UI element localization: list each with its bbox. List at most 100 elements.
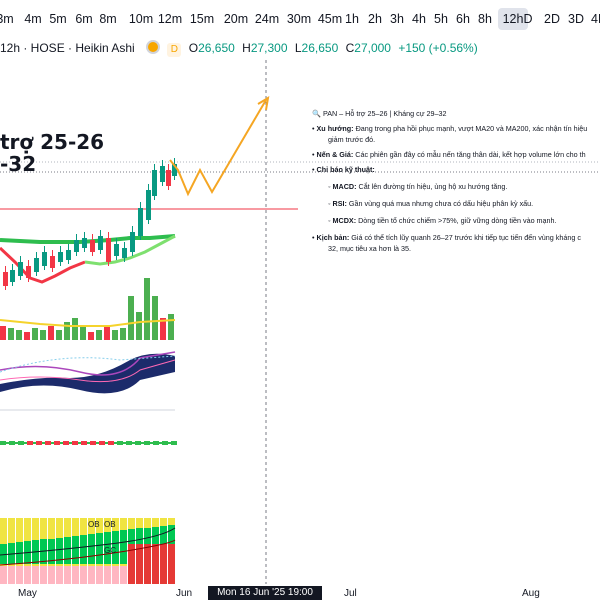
axis-label-jun: Jun — [176, 588, 193, 599]
volume-bar — [32, 328, 38, 340]
candle — [166, 170, 171, 186]
candle — [74, 240, 79, 252]
timeframe-20m[interactable]: 20m — [221, 8, 251, 30]
rsi-mark — [45, 441, 51, 445]
timeframe-12m[interactable]: 12m — [155, 8, 185, 30]
candle-text: Các phiên gần đây có mẫu nến tăng thân d… — [353, 150, 586, 159]
candle — [42, 252, 47, 266]
high-key: H — [242, 41, 251, 55]
candle — [18, 262, 23, 276]
chart-canvas[interactable] — [0, 0, 600, 600]
timeframe-5h[interactable]: 5h — [430, 8, 452, 30]
candle — [146, 190, 151, 220]
volume-bar — [112, 330, 118, 340]
mcdx-bar-hot — [88, 534, 95, 564]
axis-label-jul: Jul — [344, 588, 357, 599]
open-value: 26,650 — [198, 41, 235, 55]
volume-bar — [104, 326, 110, 340]
timeframe-6h[interactable]: 6h — [452, 8, 474, 30]
trend-text-cont: giảm trước đó. — [328, 135, 376, 144]
candle — [138, 208, 143, 236]
timeframe-D[interactable]: D — [517, 8, 539, 30]
candle — [10, 270, 15, 282]
mcdx-bar-hot — [72, 536, 79, 564]
timeframe-15m[interactable]: 15m — [187, 8, 217, 30]
timeframe-4D[interactable]: 4D — [588, 8, 600, 30]
candle — [114, 244, 119, 256]
ob-label-1: OB — [88, 520, 100, 529]
volume-bar — [16, 330, 22, 340]
mcdx-bar-banker — [16, 566, 23, 584]
candle — [82, 238, 87, 248]
timeframe-10m[interactable]: 10m — [126, 8, 156, 30]
high-value: 27,300 — [250, 41, 288, 55]
rsi-mark — [117, 441, 123, 445]
market-status-icon — [146, 40, 161, 54]
mcdx-bar-banker — [160, 544, 167, 584]
timeframe-24m[interactable]: 24m — [252, 8, 282, 30]
volume-bar — [136, 312, 142, 340]
timeframe-30m[interactable]: 30m — [284, 8, 314, 30]
timeframe-4m[interactable]: 4m — [22, 8, 44, 30]
timeframe-6m[interactable]: 6m — [73, 8, 95, 30]
candle — [26, 266, 31, 278]
timeframe-2D[interactable]: 2D — [541, 8, 563, 30]
timeframe-8m[interactable]: 8m — [97, 8, 119, 30]
timeframe-3h[interactable]: 3h — [386, 8, 408, 30]
volume-bar — [128, 296, 134, 340]
volume-bar — [24, 332, 30, 340]
volume-bar — [144, 278, 150, 340]
candle — [66, 250, 71, 260]
mcdx-bar-banker — [144, 544, 151, 584]
mcdx-bar-banker — [80, 566, 87, 584]
annotation-support-text[interactable]: trợ 25-26 — [0, 130, 104, 154]
timeframe-3D[interactable]: 3D — [565, 8, 587, 30]
symbol-title[interactable]: 12h · HOSE · Heikin Ashi — [0, 41, 135, 55]
timeframe-8h[interactable]: 8h — [474, 8, 496, 30]
mcdx-bar-banker — [112, 566, 119, 584]
rsi-mark — [126, 441, 132, 445]
scenario-text: Giá có thể tích lũy quanh 26–27 trước kh… — [349, 233, 581, 242]
rsi-text: Gần vùng quá mua nhưng chưa có dấu hiệu … — [346, 199, 534, 208]
candlestick-series — [3, 158, 177, 290]
volume-bar — [120, 328, 126, 340]
volume-bar — [152, 296, 158, 340]
mcdx-bar-banker — [0, 566, 7, 584]
annotation-resistance-text[interactable]: -32 — [0, 152, 36, 176]
data-badge: D — [167, 43, 182, 57]
volume-bar — [72, 318, 78, 340]
volume-bar — [80, 326, 86, 340]
rsi-mark — [36, 441, 42, 445]
trend-text: Đang trong pha hồi phục mạnh, vượt MA20 … — [353, 124, 588, 133]
crosshair-time-label: Mon 16 Jun '25 19:00 — [208, 586, 322, 600]
analysis-note[interactable]: 🔍 PAN – Hỗ trợ 25–26 | Kháng cự 29–32 • … — [312, 108, 600, 254]
volume-bar — [168, 314, 174, 340]
candle-label: Nến & Giá: — [316, 150, 354, 159]
macd-text: Cắt lên đường tín hiệu, ủng hộ xu hướng … — [356, 182, 508, 191]
indicators-label: Chỉ báo kỹ thuật: — [316, 165, 375, 174]
timeframe-3m[interactable]: 3m — [0, 8, 16, 30]
volume-bar — [40, 330, 46, 340]
timeframe-1h[interactable]: 1h — [341, 8, 363, 30]
mcdx-bar-hot — [80, 535, 87, 564]
axis-label-aug: Aug — [522, 588, 540, 599]
timeframe-5m[interactable]: 5m — [47, 8, 69, 30]
mcdx-bar-banker — [24, 566, 31, 584]
open-key: O — [188, 41, 199, 55]
forecast-path — [169, 99, 267, 197]
candle — [90, 240, 95, 252]
trend-label: Xu hướng: — [316, 124, 354, 133]
low-key: L — [294, 41, 302, 55]
mcdx-bar-banker — [64, 566, 71, 584]
timeframe-2h[interactable]: 2h — [364, 8, 386, 30]
scenario-text-cont: 32, mục tiêu xa hơn là 35. — [328, 244, 412, 253]
rsi-mark — [108, 441, 114, 445]
symbol-legend: 12h · HOSE · Heikin Ashi D O26,650 H27,3… — [0, 40, 478, 58]
volume-bar — [0, 326, 6, 340]
candle — [106, 238, 111, 262]
volume-bar — [8, 328, 14, 340]
timeframe-4h[interactable]: 4h — [408, 8, 430, 30]
mcdx-bar-banker — [104, 566, 111, 584]
candle — [160, 166, 165, 182]
candle — [3, 272, 8, 286]
